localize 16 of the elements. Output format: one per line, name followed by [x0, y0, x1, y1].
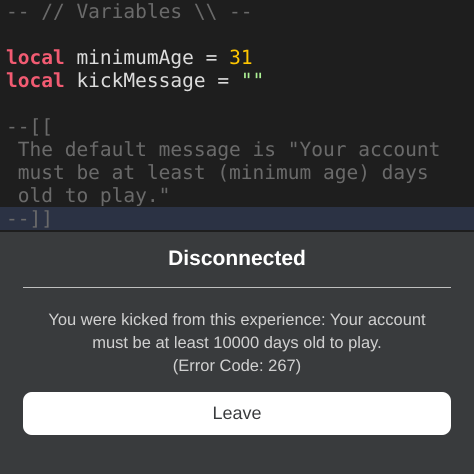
comment-text: --[[ — [6, 115, 53, 138]
dialog-title: Disconnected — [168, 247, 306, 272]
dialog-message: You were kicked from this experience: Your account must be at least 10000 days old to play. — [47, 310, 427, 354]
comment-text: -- // Variables \\ -- — [6, 0, 253, 23]
leave-button[interactable]: Leave — [23, 392, 451, 435]
comment-text: old to play." — [16, 184, 170, 207]
comment-text: --]] — [6, 207, 53, 230]
string-text: "" — [240, 69, 264, 92]
code-text: minimumAge = — [75, 46, 218, 69]
keyword-text: local — [6, 46, 65, 69]
code-text: kickMessage = — [75, 69, 230, 92]
comment-text: The default message is "Your account — [16, 138, 440, 161]
keyword-text: local — [6, 69, 65, 92]
comment-text: must be at least (minimum age) days — [16, 161, 429, 184]
error-code: (Error Code: 267) — [172, 356, 302, 377]
number-text: 31 — [229, 46, 253, 69]
